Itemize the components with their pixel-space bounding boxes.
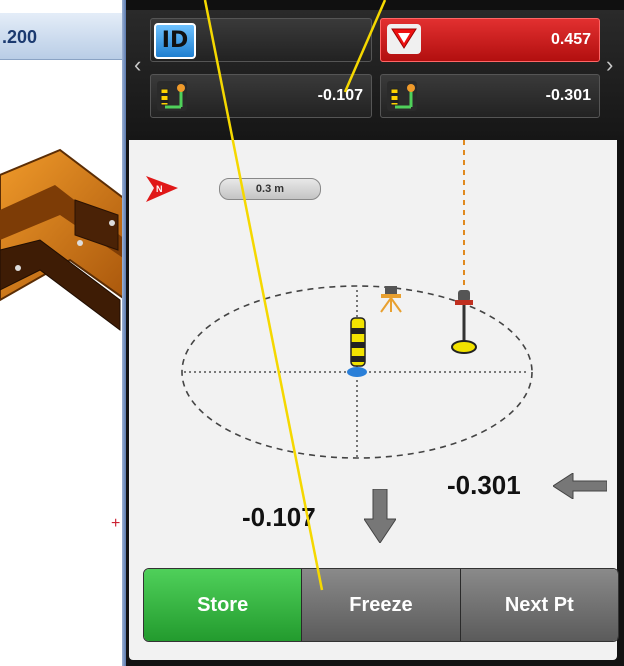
delta-down-value: -0.107 <box>242 502 316 532</box>
cad-crosshair: + <box>111 515 121 532</box>
freeze-button[interactable]: Freeze <box>302 569 461 641</box>
cut-fill-field[interactable]: 0.457 <box>380 18 600 62</box>
delta-value-2: -0.301 <box>545 87 591 104</box>
status-bar: ‹ › ID 0.457 -0.107 -0.301 <box>126 10 624 140</box>
delta-field-1[interactable]: -0.107 <box>150 74 372 118</box>
cad-3d-model[interactable] <box>0 0 126 666</box>
cut-triangle-icon <box>387 24 421 54</box>
prism-rod-icon <box>350 317 366 367</box>
target-pole-icon <box>451 290 477 354</box>
next-point-button[interactable]: Next Pt <box>460 569 618 641</box>
cut-fill-value: 0.457 <box>550 31 591 48</box>
id-badge: ID <box>154 23 196 59</box>
rod-offset-icon <box>387 81 417 111</box>
left-arrow-icon <box>553 473 607 499</box>
stakeout-screen: ‹ › ID 0.457 -0.107 -0.301 N 0.3 m -0.30… <box>126 10 624 666</box>
down-arrow-icon <box>364 489 396 543</box>
id-field[interactable]: ID <box>150 18 372 62</box>
delta-field-2[interactable]: -0.301 <box>380 74 600 118</box>
stakeout-target-diagram <box>181 140 533 459</box>
prev-page-button[interactable]: ‹ <box>134 54 141 76</box>
cad-view[interactable]: .200 + <box>0 0 126 666</box>
action-button-row: Store Freeze Next Pt <box>143 568 619 642</box>
store-button[interactable]: Store <box>144 569 303 641</box>
total-station-icon <box>380 286 402 313</box>
delta-value-1: -0.107 <box>317 87 363 104</box>
rod-offset-icon <box>157 81 187 111</box>
next-page-button[interactable]: › <box>606 54 613 76</box>
delta-left-value: -0.301 <box>447 470 521 500</box>
